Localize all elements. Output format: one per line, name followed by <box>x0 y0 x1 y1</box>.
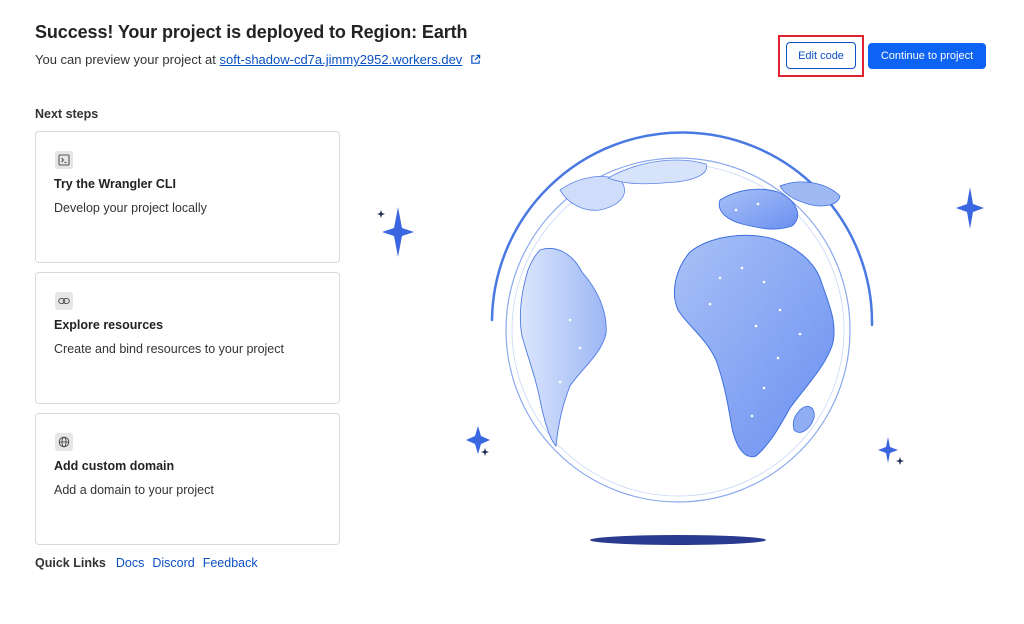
feedback-link[interactable]: Feedback <box>203 556 258 570</box>
terminal-icon <box>55 151 73 169</box>
quick-links: Quick Links Docs Discord Feedback <box>35 556 258 570</box>
card-title: Explore resources <box>54 318 164 332</box>
preview-prefix: You can preview your project at <box>35 52 216 67</box>
card-explore-resources[interactable]: Explore resources Create and bind resour… <box>35 272 340 404</box>
globe-icon <box>55 433 73 451</box>
earth-illustration <box>360 120 1024 560</box>
continue-to-project-button[interactable]: Continue to project <box>868 43 986 69</box>
card-title: Add custom domain <box>54 459 175 473</box>
edit-code-button[interactable]: Edit code <box>786 42 856 69</box>
card-description: Develop your project locally <box>54 201 207 215</box>
preview-line: You can preview your project at soft-sha… <box>35 52 481 68</box>
preview-link[interactable]: soft-shadow-cd7a.jimmy2952.workers.dev <box>220 52 463 67</box>
card-custom-domain[interactable]: Add custom domain Add a domain to your p… <box>35 413 340 545</box>
card-title: Try the Wrangler CLI <box>54 177 177 191</box>
docs-link[interactable]: Docs <box>116 556 144 570</box>
quick-links-label: Quick Links <box>35 556 106 570</box>
next-steps-heading: Next steps <box>35 107 99 121</box>
link-icon <box>55 292 73 310</box>
card-description: Create and bind resources to your projec… <box>54 342 284 356</box>
card-wrangler-cli[interactable]: Try the Wrangler CLI Develop your projec… <box>35 131 340 263</box>
discord-link[interactable]: Discord <box>152 556 194 570</box>
external-link-icon[interactable] <box>470 53 481 68</box>
card-description: Add a domain to your project <box>54 483 214 497</box>
globe-shadow <box>590 535 766 545</box>
page-title: Success! Your project is deployed to Reg… <box>35 22 468 42</box>
